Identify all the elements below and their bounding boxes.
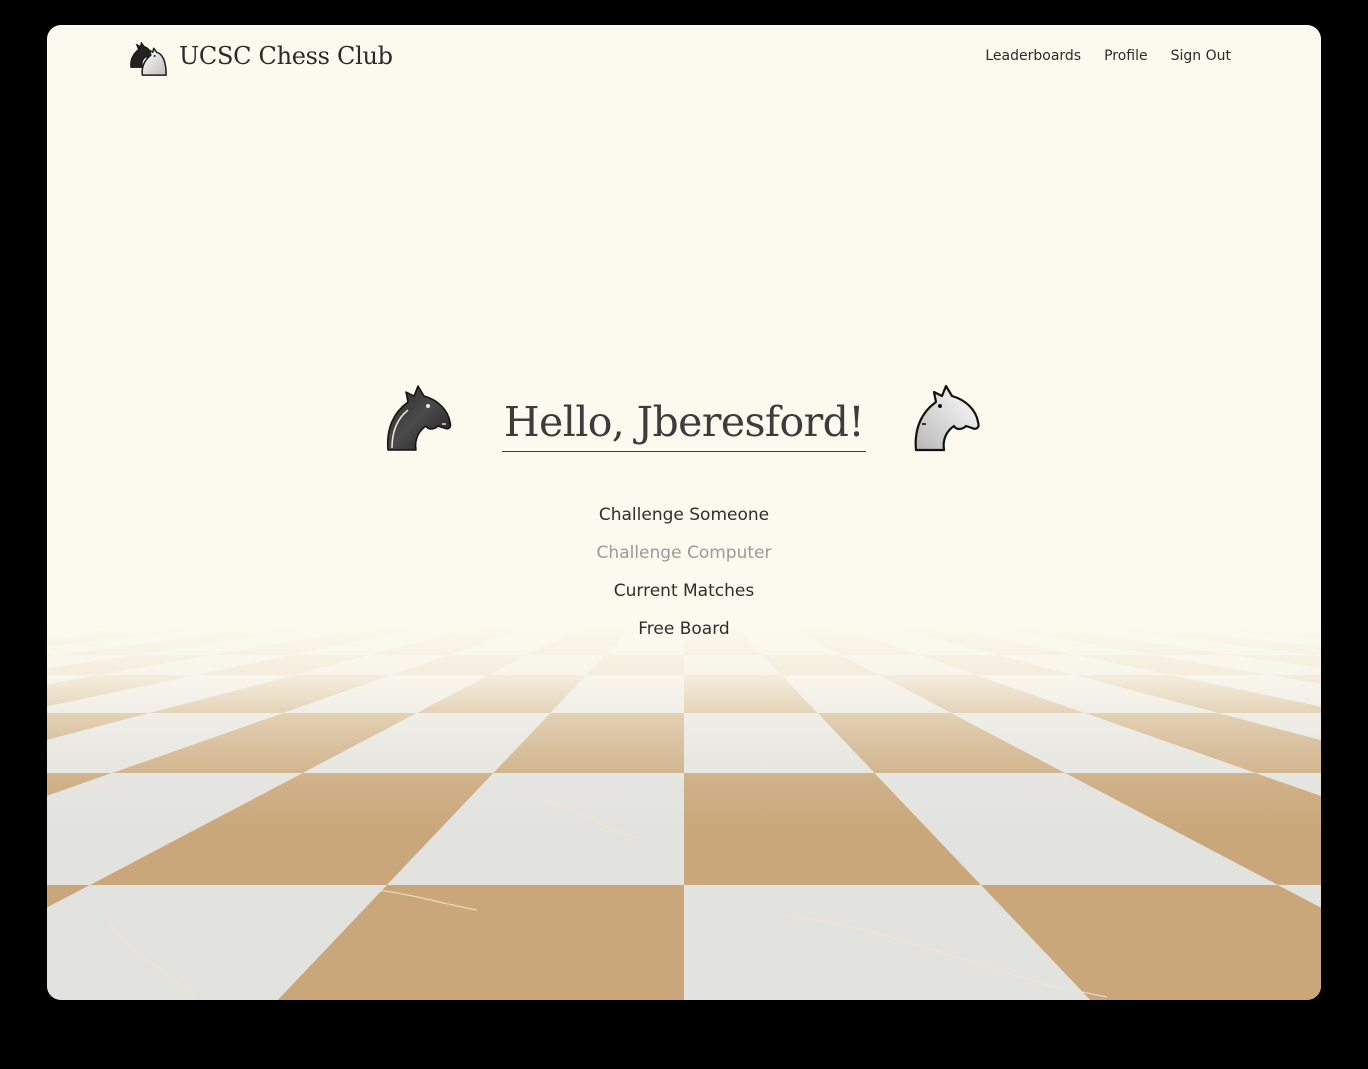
app-window: UCSC Chess Club Leaderboards Profile Sig… — [47, 25, 1321, 1000]
white-knight-icon — [914, 384, 980, 452]
challenge-someone-link[interactable]: Challenge Someone — [599, 503, 769, 541]
chessboard-floor — [47, 625, 1321, 1000]
nav-profile-link[interactable]: Profile — [1104, 48, 1148, 64]
free-board-link[interactable]: Free Board — [638, 617, 729, 655]
greeting-row: Hello, Jberesford! — [47, 380, 1321, 452]
nav-sign-out-link[interactable]: Sign Out — [1171, 48, 1231, 64]
site-title: UCSC Chess Club — [179, 42, 393, 70]
nav-leaderboards-link[interactable]: Leaderboards — [985, 48, 1081, 64]
black-knight-icon — [386, 385, 452, 451]
greeting-heading: Hello, Jberesford! — [501, 395, 867, 452]
top-nav: Leaderboards Profile Sign Out — [985, 48, 1231, 64]
site-logo[interactable]: UCSC Chess Club — [127, 35, 393, 77]
current-matches-link[interactable]: Current Matches — [614, 579, 754, 617]
knight-pair-icon — [130, 41, 167, 76]
main-menu: Challenge Someone Challenge Computer Cur… — [47, 503, 1321, 655]
challenge-computer-link[interactable]: Challenge Computer — [597, 541, 772, 579]
chessboard-floor-graphic — [47, 625, 1321, 1000]
